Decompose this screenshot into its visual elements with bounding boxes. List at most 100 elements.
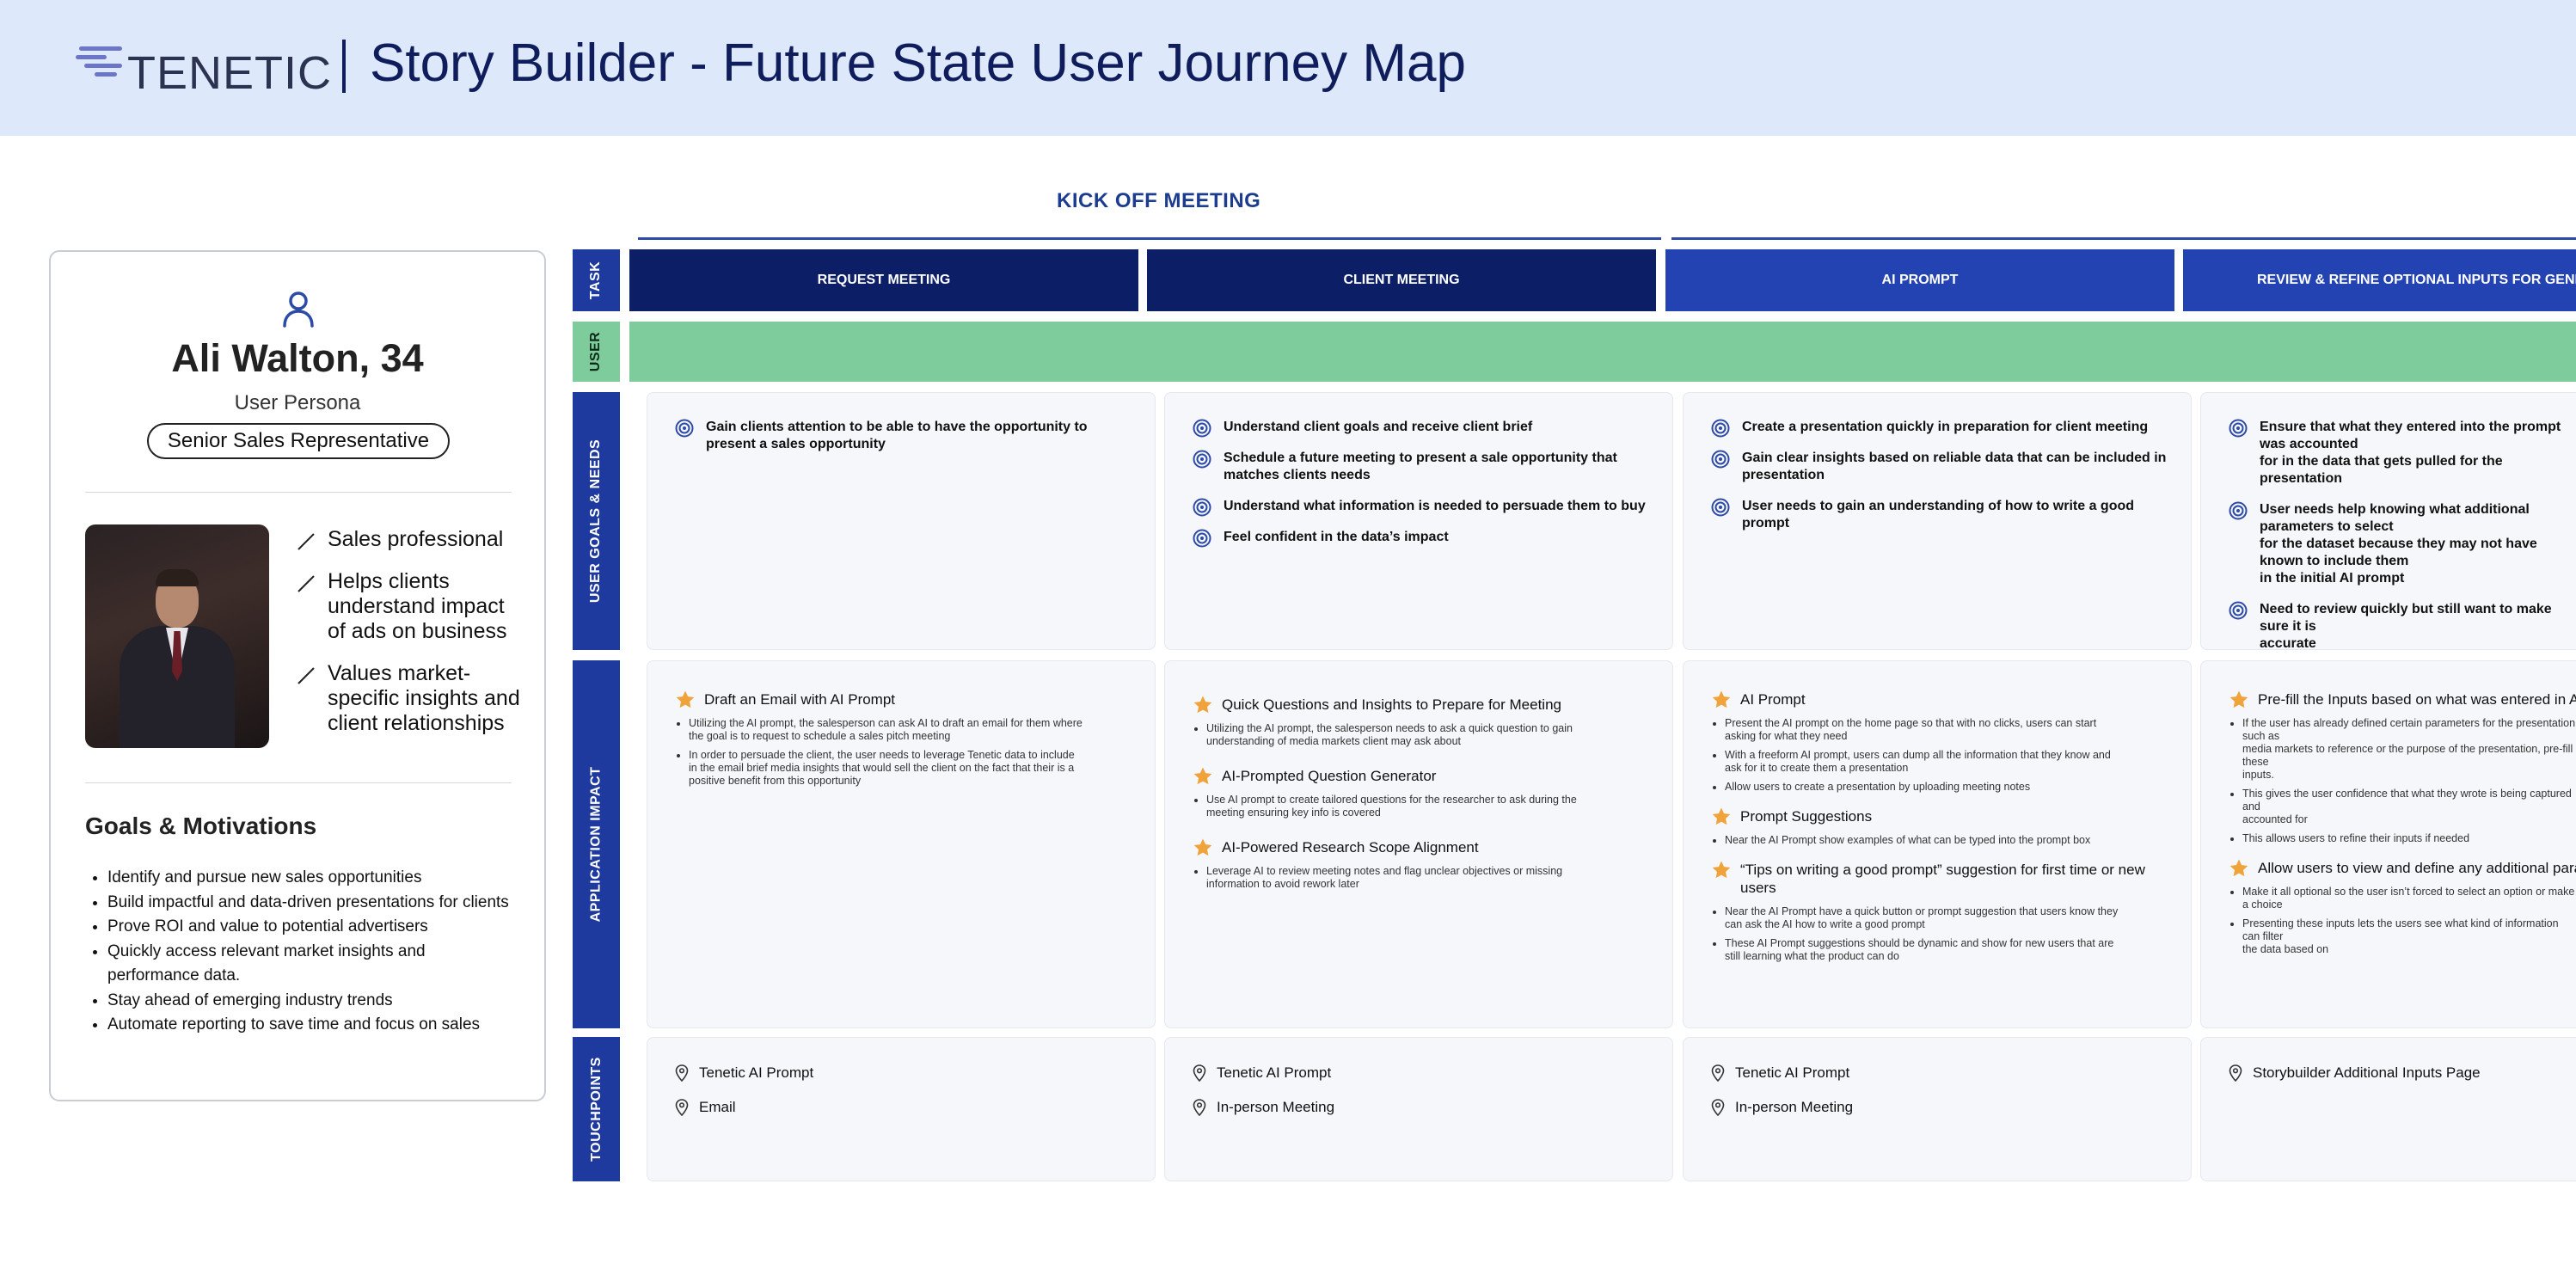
target-icon (675, 419, 694, 438)
persona-photo (85, 524, 269, 748)
persona-trait: Helps clients understand impact of ads o… (293, 569, 525, 644)
target-icon (2229, 501, 2248, 520)
star-icon (1712, 861, 1731, 879)
location-pin-icon (2229, 1064, 2242, 1082)
header-separator (342, 40, 346, 93)
feature-bullet: Utilizing the AI prompt, the salesperson… (1206, 722, 1672, 748)
phase-line (638, 237, 1661, 240)
persona-trait: Values market-specific insights and clie… (293, 661, 525, 736)
location-pin-icon (1711, 1099, 1725, 1116)
location-pin-icon (1193, 1064, 1206, 1082)
location-pin-icon (1711, 1064, 1725, 1082)
persona-trait: Sales professional (293, 527, 525, 552)
feature-bullet: This gives the user confidence that what… (2242, 788, 2576, 826)
need-item: Need to review quickly but still want to… (2229, 601, 2576, 649)
need-item: User needs help knowing what additional … (2229, 501, 2576, 587)
feature-item: Quick Questions and Insights to Prepare … (1193, 696, 1672, 714)
star-icon (676, 690, 695, 708)
feature-bullets: Near the AI Prompt have a quick button o… (1711, 905, 2191, 963)
feature-bullets: Use AI prompt to create tailored questio… (1193, 794, 1672, 819)
star-icon (2229, 859, 2248, 877)
feature-bullets: Present the AI prompt on the home page s… (1711, 717, 2191, 794)
task-review-refine: REVIEW & REFINE OPTIONAL INPUTS FOR GENE… (2183, 249, 2576, 311)
feature-bullet: Near the AI Prompt show examples of what… (1725, 834, 2191, 847)
row-label-user: USER (573, 322, 620, 382)
feature-bullet: Leverage AI to review meeting notes and … (1206, 865, 1672, 891)
goals-heading: Goals & Motivations (85, 813, 317, 839)
persona-job-title-badge: Senior Sales Representative (147, 423, 450, 459)
touchpoints-cell: Tenetic AI Prompt In-person Meeting (1683, 1037, 2192, 1181)
touchpoint-item: Tenetic AI Prompt (1711, 1064, 2191, 1083)
goal-item: Identify and pursue new sales opportunit… (107, 866, 515, 891)
target-icon (1711, 419, 1730, 438)
feature-bullets: Leverage AI to review meeting notes and … (1193, 865, 1672, 891)
row-label-touchpoints: TOUCHPOINTS (573, 1037, 620, 1181)
impact-cell: Draft an Email with AI Prompt Utilizing … (647, 660, 1156, 1028)
impact-cell: AI Prompt Present the AI prompt on the h… (1683, 660, 2192, 1028)
goal-item: Automate reporting to save time and focu… (107, 1013, 515, 1038)
slash-icon (297, 533, 315, 550)
task-request-meeting: REQUEST MEETING (629, 249, 1138, 311)
need-item: Create a presentation quickly in prepara… (1711, 419, 2191, 438)
target-icon (1193, 529, 1211, 548)
goals-list: Identify and pursue new sales opportunit… (85, 866, 515, 1038)
touchpoints-cell: Storybuilder Additional Inputs Page (2200, 1037, 2576, 1181)
target-icon (1193, 498, 1211, 517)
touchpoint-item: In-person Meeting (1711, 1098, 2191, 1117)
need-item: Understand what information is needed to… (1193, 498, 1672, 517)
feature-bullet: Allow users to create a presentation by … (1725, 781, 2191, 794)
slash-icon (297, 575, 315, 592)
feature-bullet: This allows users to refine their inputs… (2242, 832, 2576, 845)
star-icon (1193, 838, 1212, 856)
persona-name: Ali Walton, 34 (171, 336, 424, 380)
feature-item: Prompt Suggestions (1711, 807, 2191, 825)
feature-bullet: Present the AI prompt on the home page s… (1725, 717, 2191, 743)
feature-item: Allow users to view and define any addit… (2229, 859, 2576, 877)
feature-item: “Tips on writing a good prompt” suggesti… (1711, 861, 2191, 897)
header-banner: TENETIC Story Builder - Future State Use… (0, 0, 2576, 136)
touchpoints-cell: Tenetic AI Prompt Email (647, 1037, 1156, 1181)
goal-item: Quickly access relevant market insights … (107, 940, 515, 989)
feature-bullet: These AI Prompt suggestions should be dy… (1725, 937, 2191, 963)
feature-bullet: Use AI prompt to create tailored questio… (1206, 794, 1672, 819)
feature-bullet: Near the AI Prompt have a quick button o… (1725, 905, 2191, 931)
star-icon (1712, 690, 1731, 708)
persona-divider (85, 782, 512, 783)
tenetic-logo: TENETIC (76, 41, 331, 99)
feature-item: Pre-fill the Inputs based on what was en… (2229, 690, 2576, 708)
star-icon (1193, 696, 1212, 714)
target-icon (1193, 450, 1211, 469)
need-item: Schedule a future meeting to present a s… (1193, 450, 1672, 484)
slash-icon (297, 667, 315, 684)
touchpoint-item: Tenetic AI Prompt (1193, 1064, 1672, 1083)
task-ai-prompt: AI PROMPT (1665, 249, 2174, 311)
persona-role: User Persona (234, 391, 361, 414)
goal-item: Build impactful and data-driven presenta… (107, 891, 515, 916)
goal-item: Prove ROI and value to potential adverti… (107, 915, 515, 940)
location-pin-icon (675, 1099, 689, 1116)
feature-bullets: Near the AI Prompt show examples of what… (1711, 834, 2191, 847)
row-label-impact: APPLICATION IMPACT (573, 660, 620, 1028)
goals-cell: Gain clients attention to be able to hav… (647, 392, 1156, 650)
need-item: Ensure that what they entered into the p… (2229, 419, 2576, 488)
target-icon (2229, 419, 2248, 438)
touchpoint-item: Tenetic AI Prompt (675, 1064, 1155, 1083)
user-band (629, 322, 2576, 382)
goals-cell: Create a presentation quickly in prepara… (1683, 392, 2192, 650)
target-icon (2229, 601, 2248, 620)
logo-text: TENETIC (127, 47, 333, 99)
feature-bullet: With a freeform AI prompt, users can dum… (1725, 749, 2191, 775)
feature-bullets: Utilizing the AI prompt, the salesperson… (1193, 722, 1672, 748)
goals-cell: Ensure that what they entered into the p… (2200, 392, 2576, 650)
persona-card: Ali Walton, 34 User Persona Senior Sales… (49, 250, 546, 1101)
person-icon (283, 291, 314, 328)
feature-item: AI Prompt (1711, 690, 2191, 708)
row-label-goals: USER GOALS & NEEDS (573, 392, 620, 650)
feature-bullet: Utilizing the AI prompt, the salesperson… (689, 717, 1155, 743)
touchpoint-item: Email (675, 1098, 1155, 1117)
row-label-task: TASK (573, 249, 620, 311)
target-icon (1711, 450, 1730, 469)
target-icon (1193, 419, 1211, 438)
feature-bullets: Make it all optional so the user isn’t f… (2229, 886, 2576, 956)
need-item: Understand client goals and receive clie… (1193, 419, 1672, 438)
